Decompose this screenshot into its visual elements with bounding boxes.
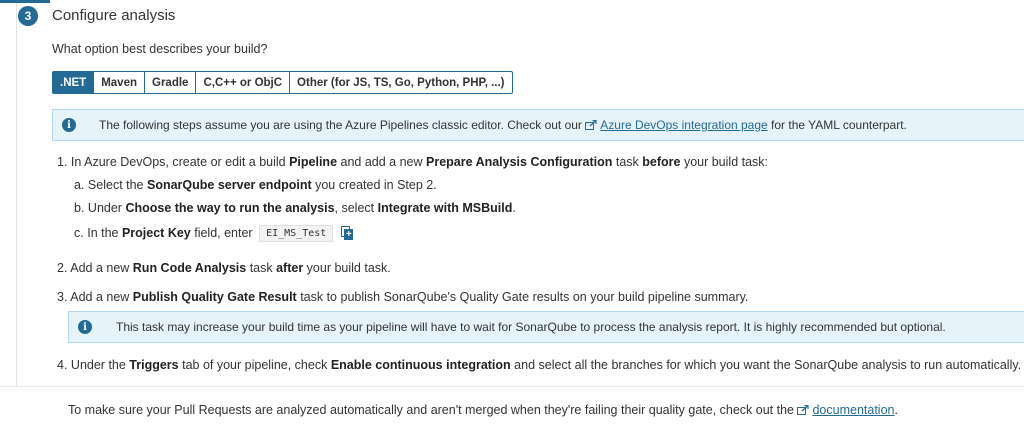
build-option-group: .NET Maven Gradle C,C++ or ObjC Other (f… (52, 71, 513, 94)
azure-devops-integration-link[interactable]: Azure DevOps integration page (585, 118, 768, 132)
external-link-icon (585, 120, 597, 130)
step-rail (16, 0, 17, 386)
info-alert-classic-editor: i The following steps assume you are usi… (52, 109, 1024, 141)
info-text: This task may increase your build time a… (116, 320, 946, 334)
info-icon: i (62, 118, 76, 132)
step-indicator-line (0, 0, 50, 3)
info-alert-build-time: i This task may increase your build time… (68, 311, 1024, 343)
step-title: Configure analysis (52, 7, 176, 24)
instruction-step-1c: c. In the Project Key field, enter EI_MS… (74, 225, 354, 242)
option-maven-button[interactable]: Maven (94, 71, 145, 94)
project-key-code: EI_MS_Test (259, 225, 334, 242)
instruction-step-4: 4. Under the Triggers tab of your pipeli… (57, 358, 1022, 372)
option-cpp-button[interactable]: C,C++ or ObjC (196, 71, 291, 94)
info-text: The following steps assume you are using… (99, 118, 907, 132)
instruction-step-1b: b. Under Choose the way to run the analy… (74, 201, 516, 215)
copy-icon[interactable]: + (341, 226, 354, 240)
instruction-step-3: 3. Add a new Publish Quality Gate Result… (57, 290, 749, 304)
pull-request-note: To make sure your Pull Requests are anal… (68, 403, 898, 417)
section-divider (0, 386, 1024, 387)
instruction-step-1: 1. In Azure DevOps, create or edit a bui… (57, 155, 769, 169)
documentation-link[interactable]: documentation (797, 403, 895, 417)
option-dotnet-button[interactable]: .NET (52, 71, 95, 94)
instruction-step-2: 2. Add a new Run Code Analysis task afte… (57, 261, 391, 275)
option-other-button[interactable]: Other (for JS, TS, Go, Python, PHP, ...) (290, 71, 513, 94)
step-number-badge: 3 (18, 6, 38, 26)
external-link-icon (797, 405, 810, 415)
info-icon: i (78, 320, 92, 334)
instruction-step-1a: a. Select the SonarQube server endpoint … (74, 178, 437, 192)
build-question: What option best describes your build? (52, 42, 268, 56)
option-gradle-button[interactable]: Gradle (145, 71, 197, 94)
